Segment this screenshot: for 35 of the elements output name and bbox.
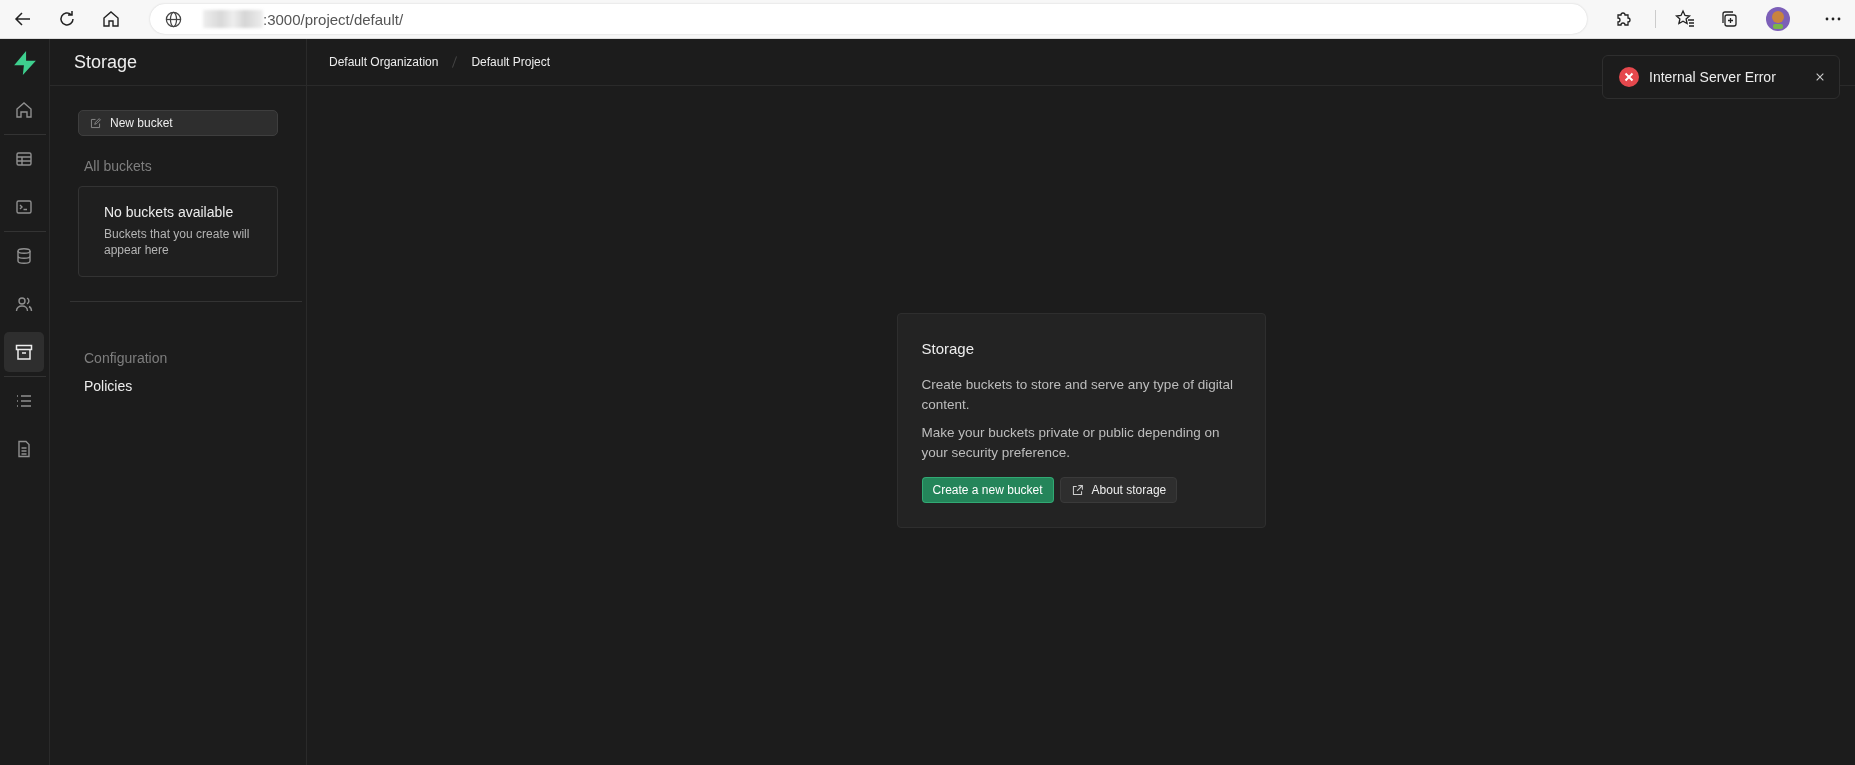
address-bar[interactable]: :3000/project/default/ (150, 4, 1587, 34)
reload-icon[interactable] (57, 9, 77, 29)
new-bucket-button[interactable]: New bucket (78, 110, 278, 136)
about-storage-button[interactable]: About storage (1059, 477, 1178, 503)
external-link-icon (1070, 483, 1084, 497)
collections-icon[interactable] (1719, 9, 1739, 29)
url-text: :3000/project/default/ (263, 10, 404, 28)
card-paragraph: Create buckets to store and serve any type of digital content. (921, 376, 1234, 414)
puzzle-icon[interactable] (1614, 9, 1634, 29)
sidebar-title: Storage (74, 51, 138, 73)
globe-icon (164, 9, 183, 29)
section-heading: All buckets (84, 158, 153, 174)
favorites-icon[interactable] (1675, 9, 1695, 29)
table-icon (13, 149, 34, 169)
error-icon (1619, 67, 1639, 87)
sidebar-link[interactable]: Policies (84, 378, 278, 394)
empty-state-title: No buckets available (104, 204, 235, 220)
breadcrumb-link[interactable]: Default Organization (329, 55, 439, 69)
archive-icon (13, 342, 34, 362)
section-heading: Configuration (84, 350, 169, 366)
empty-state-text: Buckets that you create will appear here (104, 226, 251, 258)
create-bucket-button[interactable]: Create a new bucket (921, 477, 1054, 503)
redaction-blur (203, 10, 263, 28)
home-icon[interactable] (101, 9, 121, 29)
users-icon (13, 294, 34, 314)
card-paragraph: Make your buckets private or public depending on your security preference. (921, 424, 1221, 462)
home-icon (13, 100, 34, 120)
avatar-icon[interactable] (1766, 7, 1790, 31)
breadcrumb-link[interactable]: Default Project (471, 55, 551, 69)
close-icon[interactable] (1815, 72, 1825, 82)
terminal-icon (13, 197, 34, 217)
toast-message: Internal Server Error (1649, 69, 1777, 85)
edit-icon (89, 116, 102, 130)
nav-item[interactable] (3, 332, 44, 372)
card-title: Storage (921, 340, 976, 357)
